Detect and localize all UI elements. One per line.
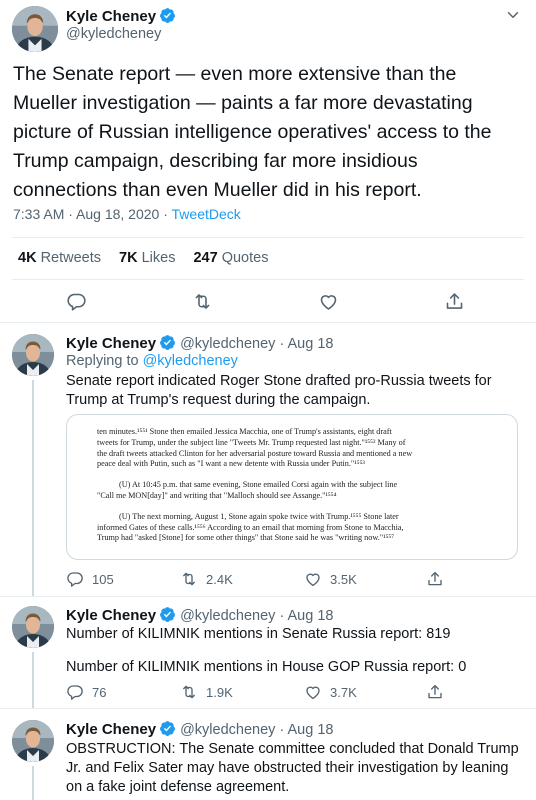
reply-count: 105: [92, 571, 114, 587]
likes-stat[interactable]: 7K Likes: [119, 250, 175, 266]
divider: [0, 322, 536, 323]
verified-badge-icon: [159, 720, 176, 737]
reply-button[interactable]: 105: [66, 570, 114, 588]
tweet-date[interactable]: · Aug 18: [279, 336, 333, 352]
author-handle[interactable]: @kyledcheney: [180, 722, 275, 738]
tweet-meta: 7:33 AM · Aug 18, 2020 · TweetDeck: [13, 206, 241, 222]
replying-to-handle[interactable]: @kyledcheney: [143, 353, 238, 369]
retweet-button[interactable]: [192, 291, 213, 312]
thread-line: [32, 380, 34, 596]
retweet-count: 2.4K: [206, 571, 233, 587]
verified-badge-icon: [159, 606, 176, 623]
reply-count: 76: [92, 684, 107, 700]
like-button[interactable]: 3.5K: [304, 570, 357, 588]
retweet-button[interactable]: 1.9K: [180, 683, 233, 701]
divider: [12, 237, 524, 238]
tweet-text: OBSTRUCTION: The Senate committee conclu…: [66, 741, 519, 795]
avatar[interactable]: [12, 334, 54, 376]
retweet-icon: [180, 570, 198, 588]
like-count: 3.5K: [330, 571, 357, 587]
retweet-button[interactable]: 2.4K: [180, 570, 233, 588]
divider: [12, 279, 524, 280]
tweet-header: Kyle Cheney @kyledcheney · Aug 18: [66, 606, 333, 624]
tweet-text: The Senate report — even more extensive …: [13, 63, 492, 201]
retweet-icon: [180, 683, 198, 701]
share-button[interactable]: [444, 291, 465, 312]
like-count: 3.7K: [330, 684, 357, 700]
heart-icon: [318, 291, 339, 312]
heart-icon: [304, 683, 322, 701]
retweet-icon: [192, 291, 213, 312]
tweet-text-line: Number of KILIMNIK mentions in House GOP…: [66, 659, 467, 675]
divider: [0, 596, 536, 597]
author-name[interactable]: Kyle Cheney: [66, 607, 156, 624]
reply-button[interactable]: 76: [66, 683, 106, 701]
tweet-header: Kyle Cheney @kyledcheney · Aug 18: [66, 334, 333, 352]
more-chevron-icon[interactable]: [504, 6, 522, 24]
tweet-source-link[interactable]: TweetDeck: [172, 206, 241, 222]
author-name[interactable]: Kyle Cheney: [66, 8, 156, 25]
author-handle[interactable]: @kyledcheney: [180, 336, 275, 352]
avatar[interactable]: [12, 720, 54, 762]
reply-icon: [66, 683, 84, 701]
share-icon: [444, 291, 465, 312]
reply-icon: [66, 570, 84, 588]
author-handle[interactable]: @kyledcheney: [180, 608, 275, 624]
share-button[interactable]: [426, 570, 444, 588]
reply-icon: [66, 291, 87, 312]
reply-button[interactable]: [66, 291, 87, 312]
verified-badge-icon: [159, 334, 176, 351]
share-icon: [426, 570, 444, 588]
like-button[interactable]: [318, 291, 339, 312]
retweets-stat[interactable]: 4K Retweets: [18, 250, 101, 266]
tweet-timestamp[interactable]: 7:33 AM · Aug 18, 2020 ·: [13, 206, 172, 222]
author-name[interactable]: Kyle Cheney: [66, 721, 156, 738]
like-button[interactable]: 3.7K: [304, 683, 357, 701]
attached-document-image[interactable]: ten minutes.¹⁵⁵¹ Stone then emailed Jess…: [66, 414, 518, 560]
divider: [0, 708, 536, 709]
author-handle[interactable]: @kyledcheney: [66, 26, 161, 42]
thread-line: [32, 652, 34, 708]
avatar[interactable]: [12, 6, 58, 52]
heart-icon: [304, 570, 322, 588]
thread-line: [32, 766, 34, 800]
retweet-count: 1.9K: [206, 684, 233, 700]
engagement-stats: 4K Retweets 7K Likes 247 Quotes: [18, 250, 268, 266]
avatar[interactable]: [12, 606, 54, 648]
quotes-stat[interactable]: 247 Quotes: [193, 250, 268, 266]
share-button[interactable]: [426, 683, 444, 701]
tweet-text-line: Number of KILIMNIK mentions in Senate Ru…: [66, 626, 451, 642]
share-icon: [426, 683, 444, 701]
tweet-date[interactable]: · Aug 18: [279, 608, 333, 624]
author-name[interactable]: Kyle Cheney: [66, 335, 156, 352]
tweet-header: Kyle Cheney @kyledcheney · Aug 18: [66, 720, 333, 738]
tweet-text: Senate report indicated Roger Stone draf…: [66, 373, 492, 408]
replying-to: Replying to @kyledcheney: [66, 353, 238, 369]
tweet-date[interactable]: · Aug 18: [279, 722, 333, 738]
verified-badge-icon: [159, 7, 176, 24]
